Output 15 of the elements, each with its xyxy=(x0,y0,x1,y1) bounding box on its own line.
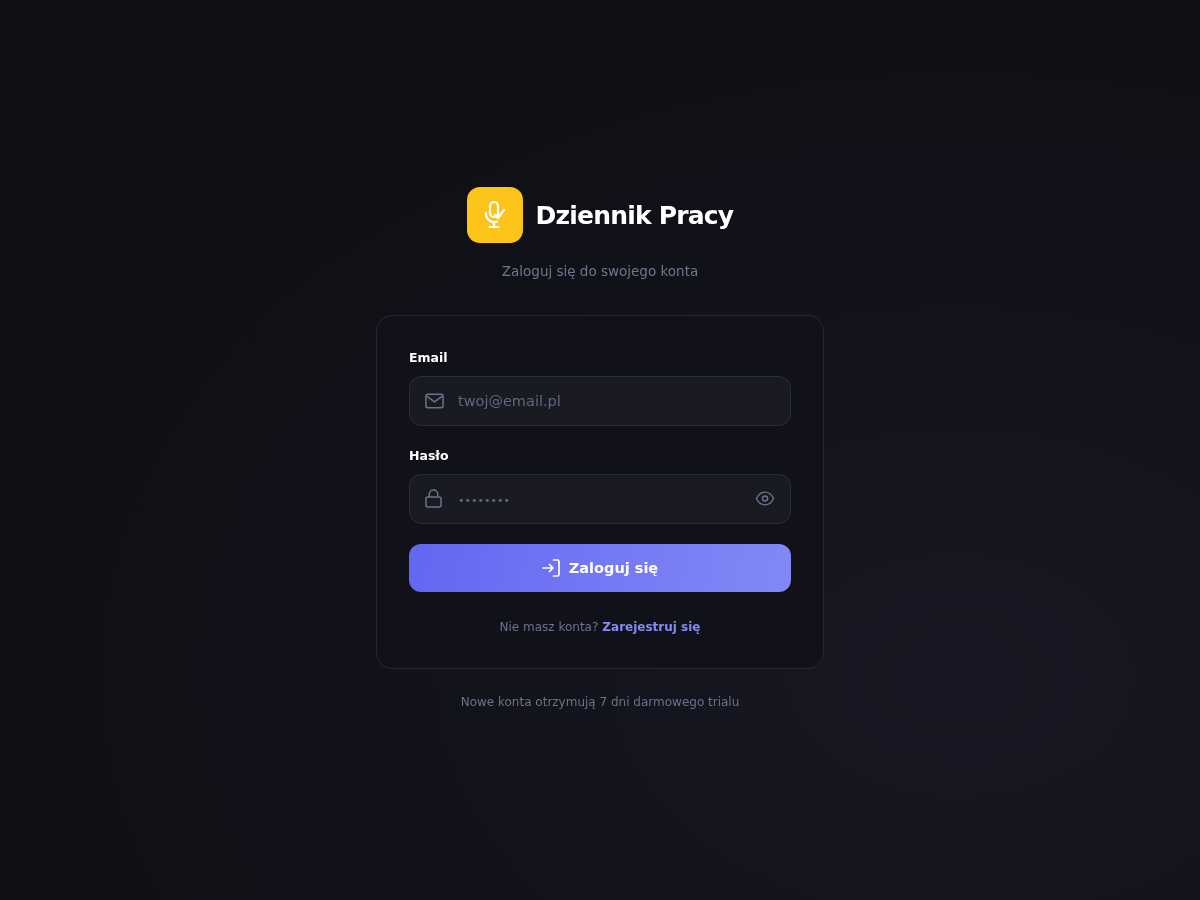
subtitle: Zaloguj się do swojego konta xyxy=(501,263,699,279)
lock-icon xyxy=(425,489,442,508)
mail-icon xyxy=(425,393,444,409)
signup-link[interactable]: Zarejestruj się xyxy=(602,618,701,636)
eye-icon[interactable] xyxy=(755,491,775,506)
microphone-logo-icon xyxy=(466,187,523,243)
signup-prompt: Nie masz konta? xyxy=(499,619,599,636)
field-label: Email xyxy=(409,349,449,367)
trial-note: Nowe konta otrzymują 7 dni darmowego trialu xyxy=(460,695,740,709)
login-button[interactable]: Zaloguj się xyxy=(409,544,791,592)
email-field[interactable]: twoj@email.pl xyxy=(409,376,791,426)
app-title: Dziennik Pracy xyxy=(535,200,734,230)
sign-in-arrow-icon xyxy=(541,559,560,577)
password-field[interactable]: •••••••• xyxy=(409,474,791,524)
field-label: Hasło xyxy=(409,447,450,465)
